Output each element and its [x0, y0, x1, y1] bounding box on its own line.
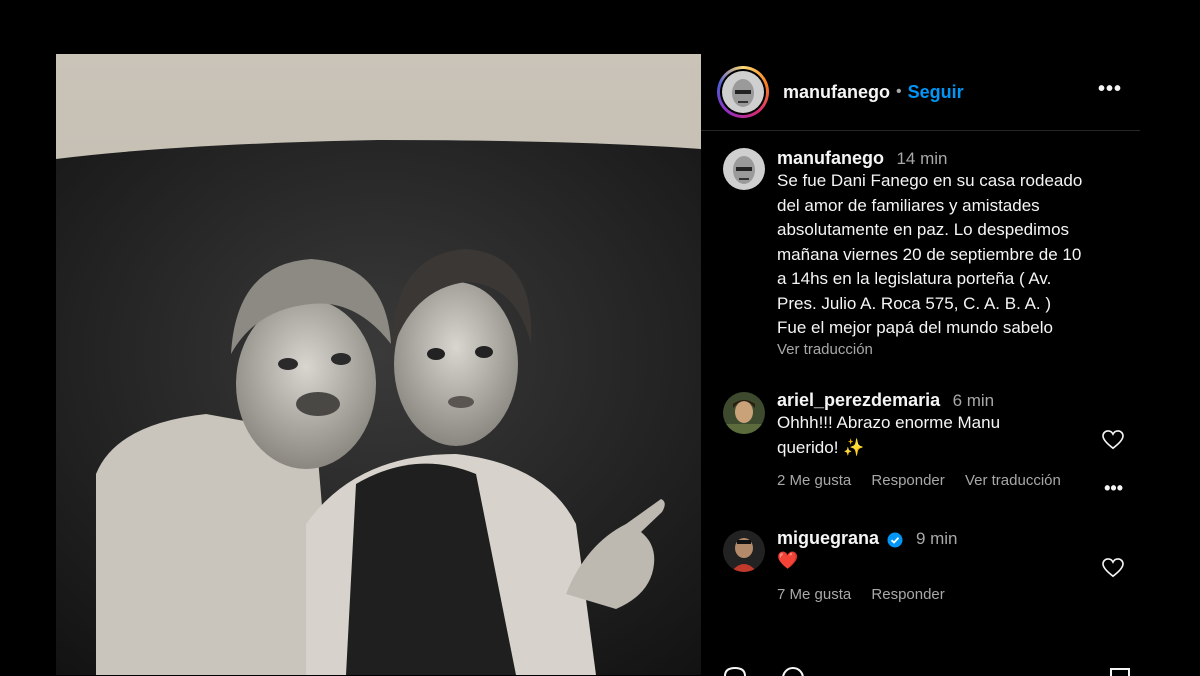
comment-time: 6 min — [952, 391, 995, 410]
reply-button[interactable]: Responder — [871, 586, 944, 603]
post-caption: manufanego 14 min Se fue Dani Fanego en … — [723, 148, 1123, 358]
comment-username[interactable]: miguegrana — [777, 528, 879, 548]
comment-avatar[interactable] — [723, 392, 765, 434]
avatar-face-icon — [722, 71, 764, 113]
like-heart-icon[interactable] — [1102, 558, 1124, 578]
comment-translate-link[interactable]: Ver traducción — [965, 472, 1061, 489]
comment-item: ariel_perezdemaria 6 min Ohhh!!! Abrazo … — [723, 390, 1124, 498]
caption-username[interactable]: manufanego — [777, 148, 884, 168]
comment-text: Ohhh!!! Abrazo enorme Manu querido! ✨ — [777, 413, 1001, 457]
comment-likes[interactable]: 7 Me gusta — [777, 586, 851, 603]
caption-avatar[interactable] — [723, 148, 765, 190]
follow-button[interactable]: Seguir — [908, 82, 964, 103]
comment-avatar[interactable] — [723, 530, 765, 572]
header-username[interactable]: manufanego — [783, 82, 890, 103]
post-photo[interactable] — [56, 54, 701, 675]
more-options-icon[interactable]: ••• — [1098, 78, 1122, 101]
photo-illustration — [56, 54, 701, 675]
comment-likes[interactable]: 2 Me gusta — [777, 472, 851, 489]
separator-dot: • — [896, 83, 902, 100]
comment-time: 9 min — [915, 529, 958, 548]
caption-text: Se fue Dani Fanego en su casa rodeado de… — [777, 171, 1083, 337]
profile-avatar[interactable] — [717, 66, 769, 118]
caption-time: 14 min — [896, 149, 948, 168]
comment-item: miguegrana 9 min ❤️ 7 Me gusta Responder — [723, 528, 1124, 603]
like-heart-icon[interactable] — [1102, 430, 1124, 450]
reply-button[interactable]: Responder — [871, 472, 944, 489]
comment-username[interactable]: ariel_perezdemaria — [777, 390, 940, 410]
post-panel: manufanego • Seguir ••• manufanego 14 mi… — [701, 54, 1140, 676]
caption-translate-link[interactable]: Ver traducción — [777, 341, 1123, 358]
comment-more-icon[interactable]: ••• — [1104, 478, 1123, 499]
comment-text: ❤️ — [777, 551, 799, 570]
post-header: manufanego • Seguir ••• — [701, 54, 1140, 131]
verified-badge-icon — [887, 532, 903, 548]
